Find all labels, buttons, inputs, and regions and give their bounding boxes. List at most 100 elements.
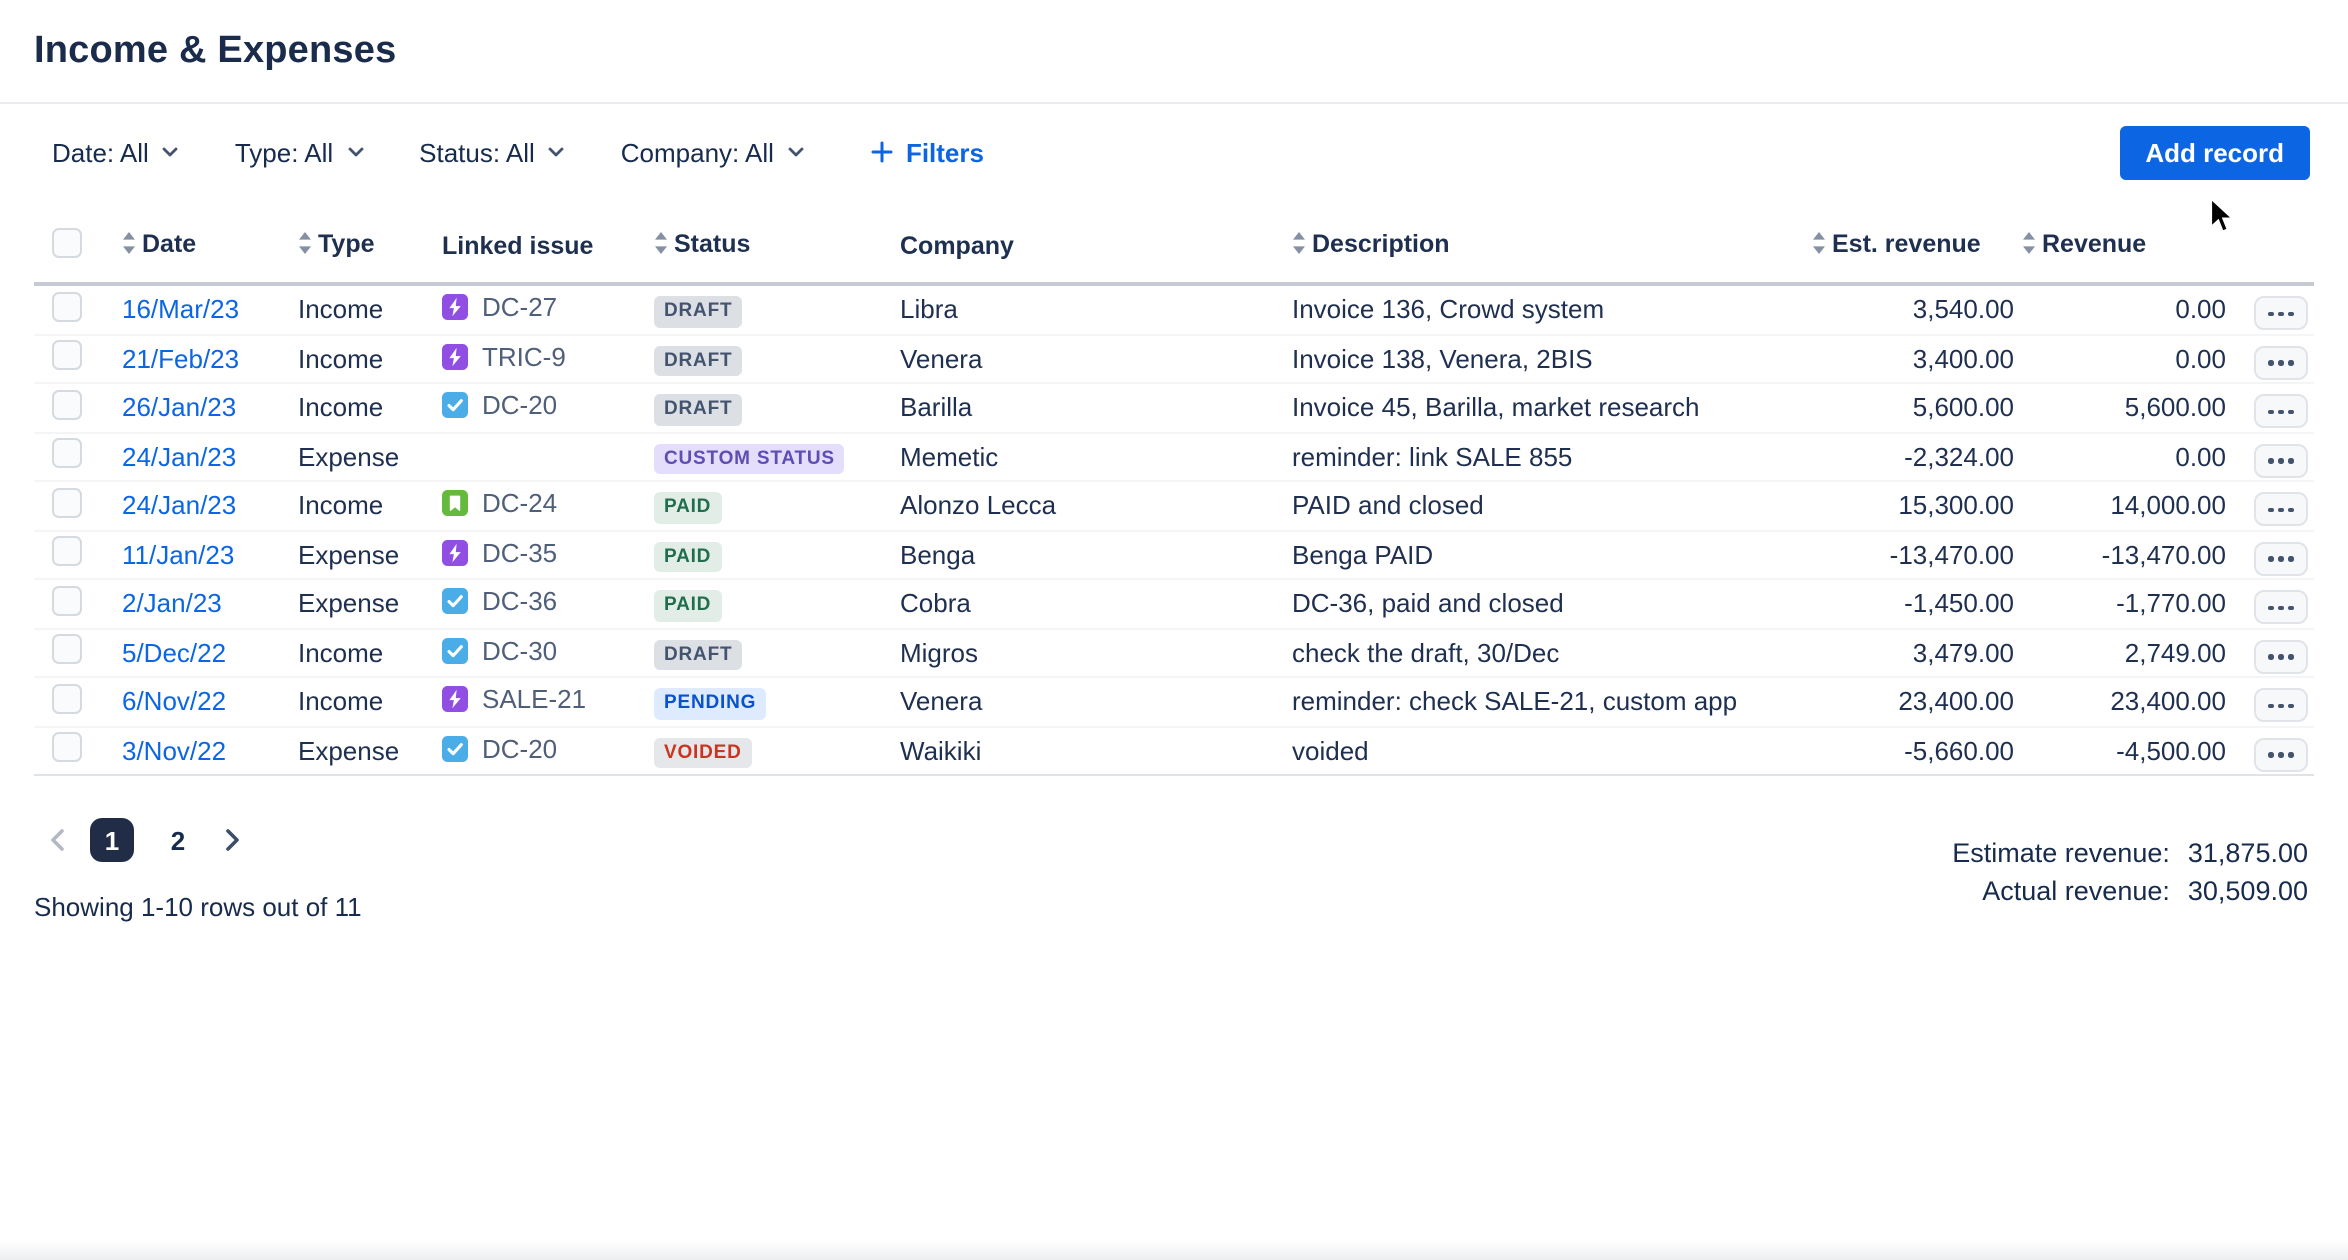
ellipsis-icon (2269, 556, 2274, 561)
type-cell: Expense (290, 432, 434, 481)
record-date-link[interactable]: 21/Feb/23 (122, 344, 239, 374)
date-cell: 26/Jan/23 (114, 383, 290, 432)
description-cell: reminder: link SALE 855 (1284, 432, 1804, 481)
row-select-cell (34, 530, 114, 579)
table-row: 21/Feb/23IncomeTRIC-9DRAFTVeneraInvoice … (34, 334, 2314, 383)
linked-issue-link[interactable]: SALE-21 (442, 685, 586, 715)
status-badge: VOIDED (654, 737, 752, 768)
column-header-rev[interactable]: Revenue (2014, 200, 2234, 284)
linked-issue-link[interactable]: DC-27 (442, 293, 557, 323)
row-menu-button[interactable] (2254, 346, 2308, 380)
status-cell: PAID (646, 530, 892, 579)
date-cell: 16/Mar/23 (114, 284, 290, 334)
filter-status[interactable]: Status: All (419, 137, 567, 167)
type-cell: Income (290, 334, 434, 383)
table-header-row: DateTypeLinked issueStatusCompanyDescrip… (34, 200, 2314, 284)
row-checkbox[interactable] (52, 390, 82, 420)
record-date-link[interactable]: 16/Mar/23 (122, 295, 239, 325)
table-row: 6/Nov/22IncomeSALE-21PENDINGVeneraremind… (34, 677, 2314, 726)
est-revenue-cell: 3,540.00 (1804, 284, 2014, 334)
row-menu-button[interactable] (2254, 640, 2308, 674)
ellipsis-icon (2269, 703, 2274, 708)
column-header-est[interactable]: Est. revenue (1804, 200, 2014, 284)
select-all-checkbox[interactable] (52, 227, 82, 257)
column-header-date[interactable]: Date (114, 200, 290, 284)
table-row: 24/Jan/23IncomeDC-24PAIDAlonzo LeccaPAID… (34, 481, 2314, 530)
company-cell: Barilla (892, 383, 1284, 432)
row-menu-button[interactable] (2254, 297, 2308, 331)
prev-page-button[interactable] (48, 828, 68, 852)
ellipsis-icon (2289, 605, 2294, 610)
column-label: Est. revenue (1832, 230, 1981, 258)
type-cell: Expense (290, 530, 434, 579)
linked-issue-link[interactable]: DC-20 (442, 391, 557, 421)
record-date-link[interactable]: 24/Jan/23 (122, 442, 236, 472)
row-checkbox[interactable] (52, 586, 82, 616)
ellipsis-icon (2269, 409, 2274, 414)
row-checkbox[interactable] (52, 488, 82, 518)
row-menu-button[interactable] (2254, 738, 2308, 772)
row-select-cell (34, 677, 114, 726)
linked-issue-link[interactable]: DC-20 (442, 734, 557, 764)
linked-issue-link[interactable]: DC-24 (442, 489, 557, 519)
row-menu-button[interactable] (2254, 689, 2308, 723)
page-bottom-edge (0, 1240, 2348, 1260)
row-menu-button[interactable] (2254, 493, 2308, 527)
row-menu-button[interactable] (2254, 591, 2308, 625)
linked-issue-link[interactable]: TRIC-9 (442, 342, 566, 372)
filter-type[interactable]: Type: All (235, 137, 365, 167)
row-menu-button[interactable] (2254, 395, 2308, 429)
record-date-link[interactable]: 11/Jan/23 (122, 540, 234, 570)
row-checkbox[interactable] (52, 341, 82, 371)
filter-company[interactable]: Company: All (621, 137, 806, 167)
row-checkbox[interactable] (52, 537, 82, 567)
row-checkbox[interactable] (52, 292, 82, 322)
date-cell: 11/Jan/23 (114, 530, 290, 579)
type-cell: Income (290, 284, 434, 334)
page-button-1[interactable]: 1 (90, 818, 134, 862)
row-menu-button[interactable] (2254, 542, 2308, 576)
column-label: Status (674, 230, 750, 258)
linked-issue-link[interactable]: DC-30 (442, 636, 557, 666)
record-date-link[interactable]: 24/Jan/23 (122, 491, 236, 521)
record-date-link[interactable]: 6/Nov/22 (122, 687, 226, 717)
status-badge: DRAFT (654, 296, 742, 327)
record-date-link[interactable]: 3/Nov/22 (122, 736, 226, 766)
type-cell: Income (290, 383, 434, 432)
row-checkbox[interactable] (52, 635, 82, 665)
column-header-status[interactable]: Status (646, 200, 892, 284)
column-header-type[interactable]: Type (290, 200, 434, 284)
ellipsis-icon (2289, 556, 2294, 561)
row-checkbox[interactable] (52, 733, 82, 763)
row-select-cell (34, 334, 114, 383)
next-page-button[interactable] (222, 828, 242, 852)
more-filters-button[interactable]: Filters (870, 137, 984, 167)
row-select-cell (34, 579, 114, 628)
ellipsis-icon (2269, 605, 2274, 610)
issue-key: SALE-21 (482, 685, 586, 715)
record-date-link[interactable]: 26/Jan/23 (122, 393, 236, 423)
linked-issue-link[interactable]: DC-36 (442, 587, 557, 617)
table-row: 24/Jan/23ExpenseCUSTOM STATUSMemeticremi… (34, 432, 2314, 481)
add-record-button[interactable]: Add record (2119, 125, 2310, 179)
revenue-cell: 14,000.00 (2014, 481, 2234, 530)
filter-date[interactable]: Date: All (52, 137, 181, 167)
row-checkbox[interactable] (52, 684, 82, 714)
page-button-2[interactable]: 2 (156, 818, 200, 862)
type-cell: Expense (290, 726, 434, 775)
date-cell: 6/Nov/22 (114, 677, 290, 726)
revenue-cell: -1,770.00 (2014, 579, 2234, 628)
record-date-link[interactable]: 5/Dec/22 (122, 638, 226, 668)
column-header-desc[interactable]: Description (1284, 200, 1804, 284)
record-date-link[interactable]: 2/Jan/23 (122, 589, 222, 619)
date-cell: 3/Nov/22 (114, 726, 290, 775)
task-icon (442, 736, 468, 762)
linked-issue-link[interactable]: DC-35 (442, 538, 557, 568)
est-revenue-cell: -13,470.00 (1804, 530, 2014, 579)
epic-icon (442, 344, 468, 370)
row-checkbox[interactable] (52, 439, 82, 469)
row-menu-button[interactable] (2254, 444, 2308, 478)
filter-toolbar: Date: All Type: All Status: All Company:… (0, 104, 2348, 200)
est-revenue-cell: 3,479.00 (1804, 628, 2014, 677)
status-cell: PENDING (646, 677, 892, 726)
